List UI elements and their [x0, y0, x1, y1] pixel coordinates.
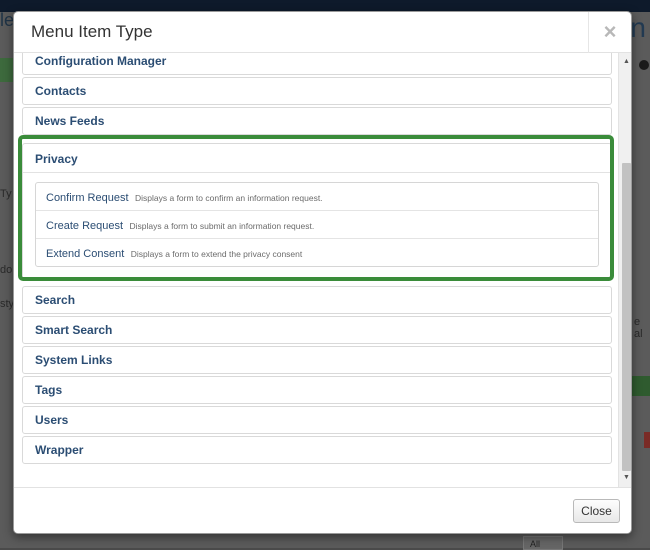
list-item-news-feeds[interactable]: News Feeds: [22, 107, 612, 135]
modal-footer: Close: [14, 487, 631, 533]
sub-item-description: Displays a form to extend the privacy co…: [130, 249, 303, 259]
list-item-label[interactable]: System Links: [35, 353, 112, 367]
list-item-search[interactable]: Search: [22, 286, 612, 314]
list-item-configuration-manager[interactable]: Configuration Manager: [22, 53, 612, 75]
list-item-label[interactable]: Tags: [35, 383, 62, 397]
close-icon[interactable]: ×: [588, 12, 631, 53]
list-item-label[interactable]: Privacy: [35, 152, 78, 166]
privacy-sub-list: Confirm Request Displays a form to confi…: [35, 182, 599, 267]
list-item-tags[interactable]: Tags: [22, 376, 612, 404]
sub-item-create-request[interactable]: Create Request Displays a form to submit…: [36, 211, 598, 239]
list-item-label[interactable]: Contacts: [35, 84, 86, 98]
close-button[interactable]: Close: [573, 499, 620, 523]
modal-title: Menu Item Type: [31, 22, 153, 41]
triangle-down-icon[interactable]: ▼: [619, 471, 631, 485]
menu-item-type-modal: Menu Item Type × Configuration Manager C…: [13, 11, 632, 534]
sub-item-link[interactable]: Create Request: [46, 220, 123, 232]
modal-scrollbar[interactable]: ▲ ▼: [618, 53, 631, 487]
background-title-fragment-right: n: [630, 12, 646, 43]
background-text-fragment: do: [0, 264, 13, 276]
list-item-system-links[interactable]: System Links: [22, 346, 612, 374]
sub-item-description: Displays a form to confirm an informatio…: [135, 193, 323, 203]
list-item-users[interactable]: Users: [22, 406, 612, 434]
list-item-label[interactable]: News Feeds: [35, 114, 104, 128]
list-item-smart-search[interactable]: Smart Search: [22, 316, 612, 344]
list-item-label[interactable]: Users: [35, 413, 68, 427]
background-red-block: [644, 432, 650, 448]
list-item-label[interactable]: Configuration Manager: [35, 54, 166, 68]
sub-item-extend-consent[interactable]: Extend Consent Displays a form to extend…: [36, 239, 598, 267]
triangle-up-icon[interactable]: ▲: [619, 55, 631, 69]
sub-item-link[interactable]: Extend Consent: [46, 248, 124, 260]
modal-header: Menu Item Type ×: [14, 12, 631, 53]
privacy-header[interactable]: Privacy: [23, 144, 611, 173]
sub-item-link[interactable]: Confirm Request: [46, 192, 129, 204]
sub-item-description: Displays a form to submit an information…: [129, 221, 315, 231]
list-item-wrapper[interactable]: Wrapper: [22, 436, 612, 464]
background-green-block: [632, 376, 650, 396]
background-green-button: [0, 58, 14, 82]
list-item-privacy: Privacy Confirm Request Displays a form …: [22, 143, 612, 281]
background-text-fragment: e al: [634, 316, 643, 340]
background-title-fragment: le: [0, 10, 15, 30]
sub-item-confirm-request[interactable]: Confirm Request Displays a form to confi…: [36, 183, 598, 211]
list-item-label[interactable]: Wrapper: [35, 443, 83, 457]
list-item-label[interactable]: Search: [35, 293, 75, 307]
help-icon: [639, 60, 649, 70]
background-text-fragment: Ty: [0, 188, 12, 200]
list-item-label[interactable]: Smart Search: [35, 323, 112, 337]
list-item-contacts[interactable]: Contacts: [22, 77, 612, 105]
scrollbar-thumb[interactable]: [622, 163, 631, 471]
modal-body: Configuration Manager Contacts News Feed…: [14, 53, 631, 487]
